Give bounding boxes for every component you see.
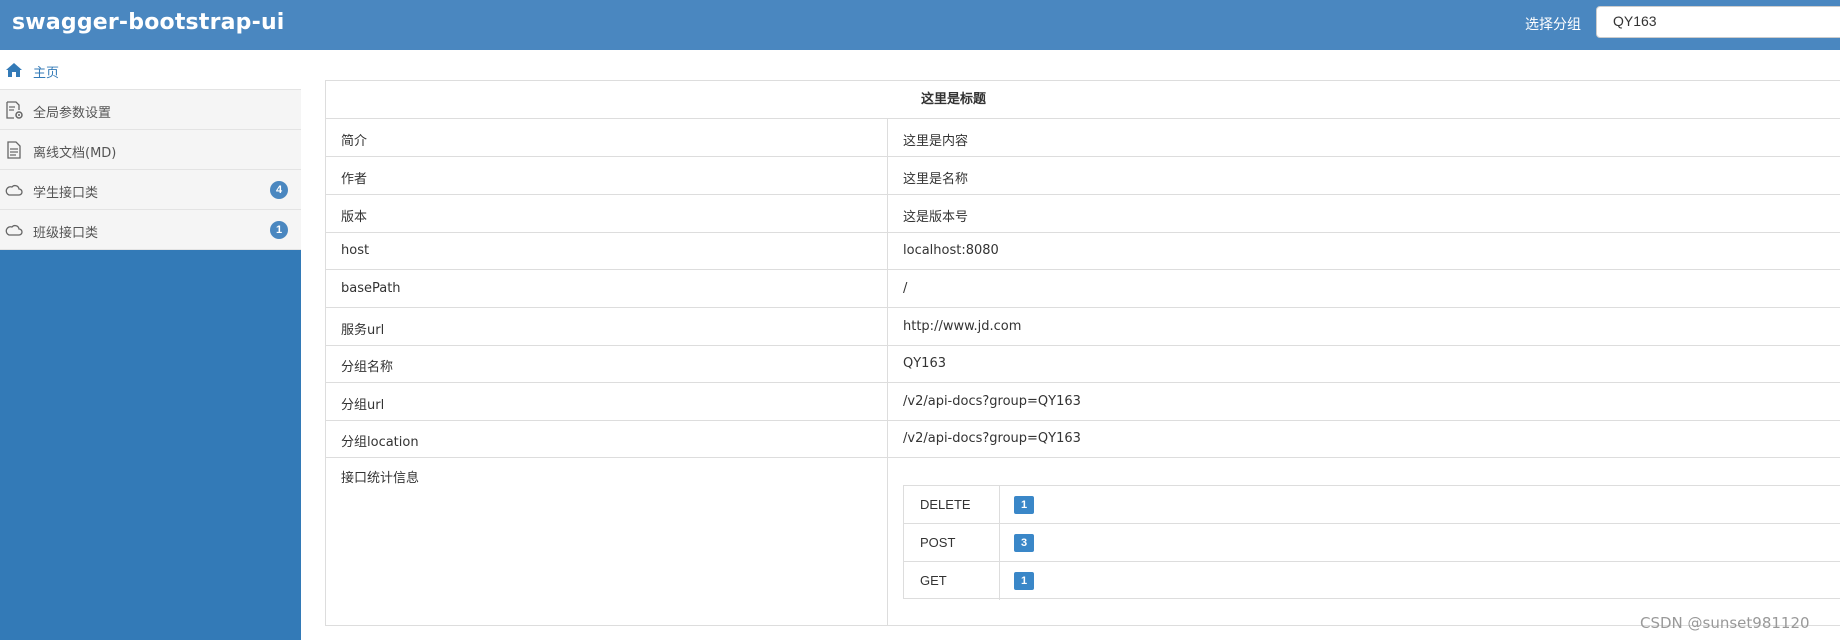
row-key: 简介 xyxy=(341,134,368,149)
document-icon xyxy=(4,140,24,160)
settings-doc-icon xyxy=(4,100,24,120)
row-key: basePath xyxy=(341,281,401,296)
sidebar-item-student-api[interactable]: 学生接口类 4 xyxy=(0,170,301,210)
table-row: 分组location /v2/api-docs?group=QY163 xyxy=(326,420,1840,458)
group-select[interactable]: QY163 xyxy=(1596,6,1840,38)
sidebar-item-global-params[interactable]: 全局参数设置 xyxy=(0,90,301,130)
table-row: host localhost:8080 xyxy=(326,232,1840,270)
row-value: localhost:8080 xyxy=(903,243,999,258)
row-key: 作者 xyxy=(341,172,368,187)
row-key: 分组location xyxy=(341,435,419,450)
stats-table-row: DELETE 1 xyxy=(904,486,1840,524)
sidebar-item-label: 全局参数设置 xyxy=(33,106,112,121)
sidebar-item-label: 班级接口类 xyxy=(33,226,99,241)
count-badge: 3 xyxy=(1014,534,1034,552)
row-key: host xyxy=(341,243,370,258)
row-value: /v2/api-docs?group=QY163 xyxy=(903,431,1081,446)
http-method: DELETE xyxy=(920,497,971,512)
table-row: 分组名称 QY163 xyxy=(326,345,1840,383)
cloud-icon xyxy=(4,220,24,240)
table-row: 分组url /v2/api-docs?group=QY163 xyxy=(326,383,1840,421)
count-badge: 1 xyxy=(270,221,288,239)
http-method: GET xyxy=(920,573,947,588)
http-method: POST xyxy=(920,535,956,550)
row-value: /v2/api-docs?group=QY163 xyxy=(903,394,1081,409)
count-badge: 1 xyxy=(1014,572,1034,590)
cloud-icon xyxy=(4,180,24,200)
stats-table-row: GET 1 xyxy=(904,562,1840,600)
row-key: 版本 xyxy=(341,210,368,225)
sidebar-item-label: 主页 xyxy=(33,66,60,81)
page-title: 这里是标题 xyxy=(326,81,1840,119)
sidebar-item-label: 离线文档(MD) xyxy=(33,146,117,161)
sidebar-item-label: 学生接口类 xyxy=(33,186,99,201)
sidebar-item-offline-docs[interactable]: 离线文档(MD) xyxy=(0,130,301,170)
sidebar: 主页 全局参数设置 离线文档(MD) 学生接口类 4 班级接口类 1 xyxy=(0,50,301,640)
row-key: 服务url xyxy=(341,323,385,338)
table-row: 简介 这里是内容 xyxy=(326,119,1840,157)
row-value: / xyxy=(903,281,908,296)
table-row: 版本 这是版本号 xyxy=(326,195,1840,233)
count-badge: 4 xyxy=(270,181,288,199)
top-navbar: swagger-bootstrap-ui 选择分组 QY163 xyxy=(0,0,1840,50)
row-value: http://www.jd.com xyxy=(903,319,1022,334)
row-value: 这里是名称 xyxy=(903,172,969,187)
count-badge: 1 xyxy=(1014,496,1034,514)
table-row: basePath / xyxy=(326,270,1840,308)
row-value: QY163 xyxy=(903,356,946,371)
table-row: 服务url http://www.jd.com xyxy=(326,308,1840,346)
row-key: 分组名称 xyxy=(341,360,394,375)
row-value: 这是版本号 xyxy=(903,210,969,225)
api-info-table: 这里是标题 简介 这里是内容 作者 这里是名称 版本 这是版本号 host lo… xyxy=(325,80,1840,626)
stats-row: 接口统计信息 DELETE 1 POST 3 GET 1 xyxy=(326,456,1840,626)
watermark: CSDN @sunset981120 xyxy=(1640,614,1810,632)
row-key: 分组url xyxy=(341,398,385,413)
row-key: 接口统计信息 xyxy=(341,471,420,486)
sidebar-item-home[interactable]: 主页 xyxy=(0,50,301,90)
stats-table-row: POST 3 xyxy=(904,524,1840,562)
group-select-label: 选择分组 xyxy=(1525,17,1581,33)
sidebar-item-class-api[interactable]: 班级接口类 1 xyxy=(0,210,301,250)
brand-title[interactable]: swagger-bootstrap-ui xyxy=(12,10,285,35)
api-stats-table: DELETE 1 POST 3 GET 1 xyxy=(903,485,1840,600)
row-value: 这里是内容 xyxy=(903,134,969,149)
home-icon xyxy=(4,60,24,80)
table-row: 作者 这里是名称 xyxy=(326,157,1840,195)
